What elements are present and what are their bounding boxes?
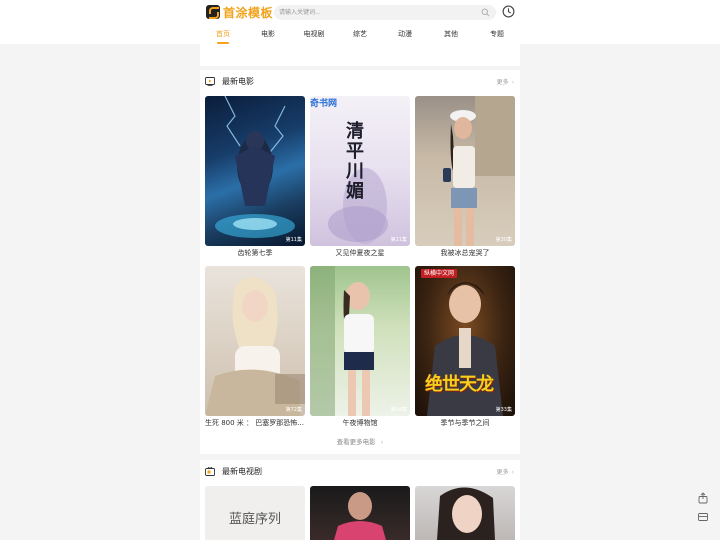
- category-nav: 首页 电影 电视剧 综艺 动漫 其他 专题: [200, 26, 520, 46]
- more-link[interactable]: 更多 ›: [497, 467, 514, 476]
- more-link[interactable]: 更多 ›: [497, 77, 514, 86]
- section-title: 最新电影: [222, 77, 254, 86]
- search-box[interactable]: [274, 5, 496, 20]
- top-bar: 首涂模板 首页 电影 电视剧 综艺 动漫 其他 专题: [0, 0, 720, 44]
- tab-label: 首页: [216, 30, 230, 38]
- poster-artwork: [443, 96, 515, 246]
- movie-title[interactable]: 季节与季节之间: [415, 418, 515, 428]
- poster-calligraphy: 清平川媚: [346, 121, 364, 202]
- latest-movies-section: 最新电影 更多 › 第11集 齿轮第七季 奇书网 清平川媚 第21集 又见仲夏夜…: [200, 70, 520, 454]
- tv-icon: [205, 467, 215, 476]
- tab-tv[interactable]: 电视剧: [299, 26, 329, 44]
- history-icon[interactable]: [502, 5, 515, 18]
- episode-badge: 第54集: [390, 407, 407, 413]
- poster-image[interactable]: 第54集: [310, 266, 410, 416]
- movie-card[interactable]: 奇书网 清平川媚 第21集 又见仲夏夜之星: [310, 96, 410, 260]
- movie-title[interactable]: 午夜博物馆: [310, 418, 410, 428]
- tab-label: 其他: [444, 30, 458, 38]
- tv-poster[interactable]: [310, 486, 410, 540]
- latest-tv-section: 最新电视剧 更多 › 蓝庭序列: [200, 460, 520, 540]
- movie-title[interactable]: 又见仲夏夜之星: [310, 248, 410, 258]
- poster-image[interactable]: 第11集: [205, 96, 305, 246]
- movie-card[interactable]: 第30集 我被冰总宠哭了: [415, 96, 515, 260]
- poster-artwork: [215, 96, 295, 238]
- header: 首涂模板: [200, 0, 520, 24]
- search-input[interactable]: [278, 5, 474, 20]
- tab-anime[interactable]: 动漫: [390, 26, 420, 44]
- tab-label: 电影: [261, 30, 275, 38]
- episode-badge: 第11集: [285, 237, 302, 243]
- poster-image[interactable]: 第30集: [415, 96, 515, 246]
- feedback-icon[interactable]: [697, 511, 709, 523]
- view-more-movies[interactable]: 查看更多电影 ›: [200, 436, 520, 446]
- poster-image[interactable]: 纵横中文网 绝世天龙 第33集: [415, 266, 515, 416]
- poster-text: 蓝庭序列: [228, 512, 281, 527]
- poster-artwork: [437, 487, 495, 540]
- logo-icon: [206, 5, 220, 19]
- tab-label: 综艺: [353, 30, 367, 38]
- tab-label: 电视剧: [303, 30, 325, 38]
- movie-card[interactable]: 第72集 生死 800 米 ： 巴塞罗那恐怖...: [205, 266, 305, 430]
- search-icon[interactable]: [481, 8, 490, 17]
- chevron-right-icon: ›: [380, 438, 384, 446]
- tab-home[interactable]: 首页: [208, 26, 238, 44]
- view-more-label: 查看更多电影: [336, 438, 376, 446]
- movie-card[interactable]: 纵横中文网 绝世天龙 第33集 季节与季节之间: [415, 266, 515, 430]
- tab-label: 专题: [490, 30, 504, 38]
- poster-artwork: [310, 266, 374, 416]
- movie-title[interactable]: 齿轮第七季: [205, 248, 305, 258]
- movie-title[interactable]: 生死 800 米 ： 巴塞罗那恐怖...: [205, 418, 305, 428]
- movie-icon: [205, 77, 215, 86]
- site-logo[interactable]: 首涂模板: [206, 4, 273, 20]
- poster-image[interactable]: 第72集: [205, 266, 305, 416]
- tab-label: 动漫: [398, 30, 412, 38]
- movie-title[interactable]: 我被冰总宠哭了: [415, 248, 515, 258]
- movie-card[interactable]: 第11集 齿轮第七季: [205, 96, 305, 260]
- share-icon[interactable]: [697, 492, 709, 504]
- chevron-right-icon: ›: [511, 79, 514, 86]
- tv-poster[interactable]: [415, 486, 515, 540]
- poster-title-art: 绝世天龙: [425, 374, 494, 395]
- more-label: 更多: [496, 469, 509, 476]
- poster-artwork: [205, 277, 305, 416]
- tab-topics[interactable]: 专题: [482, 26, 512, 44]
- section-header: 最新电影 更多 ›: [200, 70, 520, 94]
- poster-image[interactable]: 奇书网 清平川媚 第21集: [310, 96, 410, 246]
- watermark: 奇书网: [310, 99, 338, 109]
- movie-card[interactable]: 第54集 午夜博物馆: [310, 266, 410, 430]
- episode-badge: 第30集: [495, 237, 512, 243]
- tv-poster[interactable]: 蓝庭序列: [205, 486, 305, 540]
- tab-variety[interactable]: 综艺: [345, 26, 375, 44]
- banner-placeholder: [200, 44, 520, 66]
- more-label: 更多: [496, 79, 509, 86]
- episode-badge: 第72集: [285, 407, 302, 413]
- tab-movies[interactable]: 电影: [253, 26, 283, 44]
- episode-badge: 第33集: [495, 407, 512, 413]
- section-title: 最新电视剧: [222, 467, 262, 476]
- tab-other[interactable]: 其他: [436, 26, 466, 44]
- chevron-right-icon: ›: [511, 469, 514, 476]
- episode-badge: 第21集: [390, 237, 407, 243]
- source-badge: 纵横中文网: [421, 269, 458, 278]
- logo-text: 首涂模板: [223, 5, 274, 20]
- poster-artwork: [334, 492, 386, 540]
- section-header: 最新电视剧 更多 ›: [200, 460, 520, 484]
